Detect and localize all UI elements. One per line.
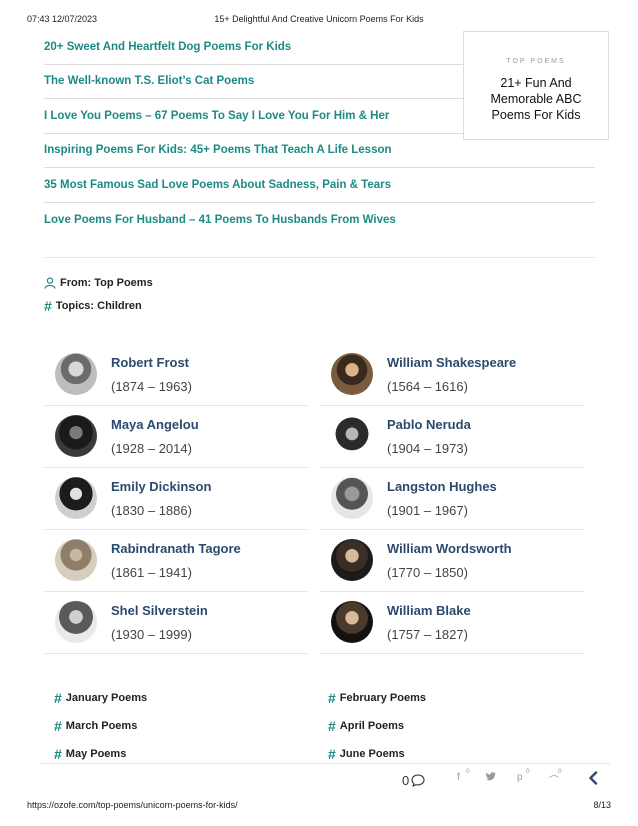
print-page-number: 8/13 [593, 800, 611, 810]
comments-count: 0 [402, 773, 410, 788]
related-post-link[interactable]: 20+ Sweet And Heartfelt Dog Poems For Ki… [44, 41, 291, 53]
poet-name[interactable]: Pablo Neruda [387, 417, 471, 432]
month-link[interactable]: # February Poems [328, 690, 426, 706]
related-post-link[interactable]: The Well-known T.S. Eliot’s Cat Poems [44, 75, 254, 87]
hashtag-icon: # [54, 718, 62, 734]
print-document-title: 15+ Delightful And Creative Unicorn Poem… [214, 14, 424, 24]
related-post-item: 35 Most Famous Sad Love Poems About Sadn… [44, 168, 595, 203]
poet-years: (1770 – 1850) [387, 565, 468, 580]
related-post-link[interactable]: 35 Most Famous Sad Love Poems About Sadn… [44, 179, 391, 191]
facebook-share-button[interactable]: f 0 [457, 768, 470, 783]
related-post-link[interactable]: Inspiring Poems For Kids: 45+ Poems That… [44, 144, 392, 156]
hashtag-icon: # [54, 690, 62, 706]
comments-button[interactable]: 0 [402, 773, 425, 788]
poet-card[interactable]: Maya Angelou (1928 – 2014) [44, 406, 308, 468]
poet-years: (1874 – 1963) [111, 379, 192, 394]
chevron-left-icon [588, 770, 598, 789]
share-bar: 0 f 0 p 0 ⌒ 0 [40, 763, 610, 797]
poet-card[interactable]: Pablo Neruda (1904 – 1973) [320, 406, 584, 468]
share-count: 0 [558, 768, 562, 775]
poet-years: (1904 – 1973) [387, 441, 468, 456]
month-link[interactable]: # April Poems [328, 718, 404, 734]
facebook-icon: f [457, 772, 460, 783]
poet-years: (1564 – 1616) [387, 379, 468, 394]
month-link[interactable]: # June Poems [328, 746, 405, 762]
month-link[interactable]: # January Poems [54, 690, 147, 706]
month-link[interactable]: # May Poems [54, 746, 126, 762]
poet-name[interactable]: Robert Frost [111, 355, 189, 370]
poet-avatar[interactable] [331, 353, 373, 395]
poet-avatar[interactable] [55, 539, 97, 581]
poet-card[interactable]: William Wordsworth (1770 – 1850) [320, 530, 584, 592]
poet-avatar[interactable] [331, 477, 373, 519]
poet-avatar[interactable] [55, 601, 97, 643]
post-topics: # Topics: Children [44, 298, 142, 314]
poet-name[interactable]: William Blake [387, 603, 471, 618]
month-link-label[interactable]: May Poems [66, 748, 127, 760]
poet-avatar[interactable] [55, 415, 97, 457]
poet-name[interactable]: Rabindranath Tagore [111, 541, 241, 556]
poet-avatar[interactable] [331, 539, 373, 581]
poet-card[interactable]: Shel Silverstein (1930 – 1999) [44, 592, 308, 654]
poet-name[interactable]: Shel Silverstein [111, 603, 208, 618]
poet-avatar[interactable] [55, 477, 97, 519]
twitter-share-button[interactable] [486, 772, 496, 784]
poet-years: (1901 – 1967) [387, 503, 468, 518]
poet-years: (1830 – 1886) [111, 503, 192, 518]
hashtag-icon: # [328, 718, 336, 734]
hashtag-icon: # [44, 298, 52, 314]
pinterest-icon: p [517, 772, 523, 783]
poet-avatar[interactable] [331, 601, 373, 643]
related-post-link[interactable]: Love Poems For Husband – 41 Poems To Hus… [44, 214, 396, 226]
more-share-button[interactable]: ⌒ 0 [549, 768, 562, 787]
poet-card[interactable]: Rabindranath Tagore (1861 – 1941) [44, 530, 308, 592]
twitter-icon [486, 772, 496, 784]
top-poems-widget[interactable]: TOP POEMS 21+ Fun And Memorable ABC Poem… [463, 31, 609, 140]
post-source-text[interactable]: From: Top Poems [60, 277, 153, 289]
poet-card[interactable]: Robert Frost (1874 – 1963) [44, 344, 308, 406]
print-url: https://ozofe.com/top-poems/unicorn-poem… [27, 800, 238, 810]
month-link[interactable]: # March Poems [54, 718, 137, 734]
top-poems-label: TOP POEMS [506, 58, 566, 65]
poet-avatar[interactable] [55, 353, 97, 395]
poet-name[interactable]: Maya Angelou [111, 417, 199, 432]
month-link-label[interactable]: April Poems [340, 720, 404, 732]
pinterest-share-button[interactable]: p 0 [517, 768, 530, 783]
post-topics-text[interactable]: Topics: Children [56, 300, 142, 312]
poet-card[interactable]: Emily Dickinson (1830 – 1886) [44, 468, 308, 530]
related-post-link[interactable]: I Love You Poems – 67 Poems To Say I Lov… [44, 110, 389, 122]
poet-name[interactable]: Langston Hughes [387, 479, 497, 494]
poet-years: (1757 – 1827) [387, 627, 468, 642]
poet-card[interactable]: Langston Hughes (1901 – 1967) [320, 468, 584, 530]
share-count: 0 [526, 768, 530, 775]
poet-card[interactable]: William Blake (1757 – 1827) [320, 592, 584, 654]
poet-name[interactable]: Emily Dickinson [111, 479, 211, 494]
poet-years: (1861 – 1941) [111, 565, 192, 580]
poet-years: (1930 – 1999) [111, 627, 192, 642]
comment-icon [411, 774, 425, 787]
poet-name[interactable]: William Shakespeare [387, 355, 516, 370]
top-poems-title[interactable]: 21+ Fun And Memorable ABC Poems For Kids [464, 75, 608, 123]
month-link-label[interactable]: June Poems [340, 748, 405, 760]
share-count: 0 [466, 768, 470, 775]
section-divider [44, 257, 595, 258]
hashtag-icon: # [54, 746, 62, 762]
poet-card[interactable]: William Shakespeare (1564 – 1616) [320, 344, 584, 406]
poet-name[interactable]: William Wordsworth [387, 541, 512, 556]
month-link-label[interactable]: February Poems [340, 692, 426, 704]
month-link-label[interactable]: January Poems [66, 692, 147, 704]
month-link-label[interactable]: March Poems [66, 720, 138, 732]
hashtag-icon: # [328, 746, 336, 762]
poet-years: (1928 – 2014) [111, 441, 192, 456]
share-icon: ⌒ [549, 776, 559, 787]
collapse-share-button[interactable] [588, 770, 598, 790]
poet-avatar[interactable] [331, 415, 373, 457]
post-source: From: Top Poems [44, 277, 153, 289]
user-icon [44, 277, 56, 289]
related-post-item: Love Poems For Husband – 41 Poems To Hus… [44, 203, 595, 238]
hashtag-icon: # [328, 690, 336, 706]
